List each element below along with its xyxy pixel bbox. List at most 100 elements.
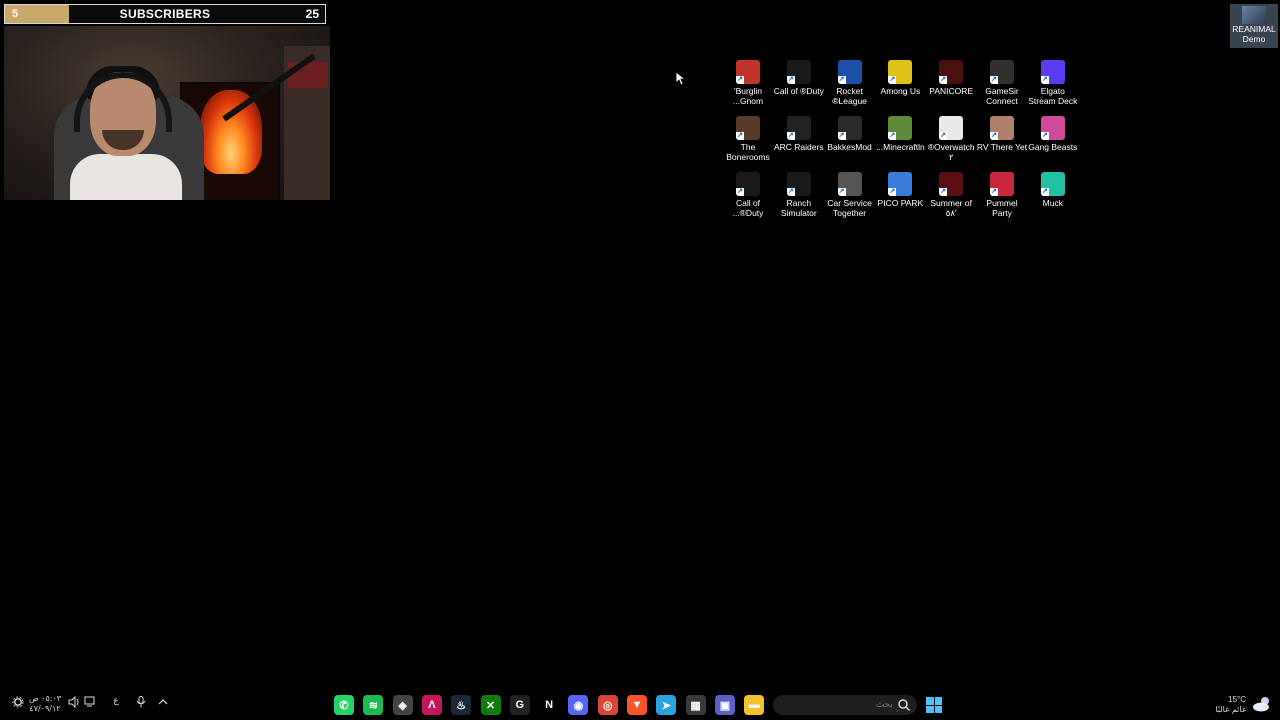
clock-time: ٠٥:٠٣ ص bbox=[28, 694, 62, 703]
affinity-icon[interactable]: Λ bbox=[421, 695, 442, 715]
desktop-icon-label: 'Burglin ...Gnom bbox=[732, 86, 764, 106]
weather-condition: غائم غالبًا bbox=[1215, 705, 1246, 714]
desktop-icon-label: GameSir Connect bbox=[985, 86, 1019, 106]
desktop-icon-label: PANICORE bbox=[929, 86, 974, 96]
settings-icon[interactable] bbox=[12, 696, 26, 714]
arc-raiders-icon: ↗ bbox=[786, 116, 811, 140]
desktop-icon-label: The Bonerooms bbox=[726, 142, 770, 162]
desktop-icon[interactable]: ↗ Call of ®Duty bbox=[773, 60, 825, 96]
chevron-up-icon[interactable] bbox=[158, 696, 170, 714]
shortcut-arrow-icon: ↗ bbox=[1040, 132, 1049, 140]
desktop-icon-label: Demo bbox=[1242, 34, 1266, 44]
file-explorer-icon[interactable]: ▬ bbox=[744, 695, 765, 715]
subscriber-goal-target: 25 bbox=[305, 7, 319, 21]
desktop-icon[interactable]: ↗ Summer of ٥٨' bbox=[925, 172, 977, 218]
netflix-icon[interactable]: N bbox=[539, 695, 560, 715]
desktop-icon[interactable]: ↗ Muck bbox=[1027, 172, 1079, 208]
shortcut-arrow-icon: ↗ bbox=[888, 132, 897, 140]
desktop-icon[interactable]: ↗ PICO PARK bbox=[874, 172, 926, 208]
desktop-icon[interactable]: ↗ Among Us bbox=[874, 60, 926, 96]
desktop-icon[interactable]: ↗ Ranch Simulator bbox=[773, 172, 825, 218]
spotify-icon[interactable]: ≋ bbox=[363, 695, 384, 715]
chrome-icon[interactable]: ◎ bbox=[597, 695, 618, 715]
desktop-icon[interactable]: ↗ Rocket ®League bbox=[824, 60, 876, 106]
search-input[interactable] bbox=[781, 697, 893, 713]
desktop-icon[interactable]: ↗ Call of ...®Duty bbox=[722, 172, 774, 218]
burglin-gnomes-icon: ↗ bbox=[736, 60, 760, 84]
rocket-league-icon: ↗ bbox=[837, 60, 862, 84]
call-of-duty-icon: ↗ bbox=[786, 60, 811, 84]
desktop-icon[interactable]: ↗ GameSir Connect bbox=[976, 60, 1028, 106]
car-service-icon: ↗ bbox=[837, 172, 862, 196]
xbox-icon[interactable]: ✕ bbox=[480, 695, 501, 715]
among-us-icon: ↗ bbox=[888, 60, 913, 84]
shortcut-arrow-icon: ↗ bbox=[888, 188, 897, 196]
desktop-icon[interactable]: ↗ Car Service Together bbox=[824, 172, 876, 218]
shortcut-arrow-icon: ↗ bbox=[939, 188, 948, 196]
shortcut-arrow-icon: ↗ bbox=[837, 76, 846, 84]
clock[interactable]: ٠٥:٠٣ ص ٤٧/٠٩/١٢ bbox=[28, 694, 62, 713]
desktop-icon-label: Muck bbox=[1042, 198, 1063, 208]
ghub-icon[interactable]: G bbox=[509, 695, 530, 715]
desktop-icon[interactable]: ↗ ®Overwatch ٢ bbox=[925, 116, 977, 162]
volume-icon[interactable] bbox=[68, 695, 82, 714]
weather-widget[interactable]: 15°C غائم غالبًا bbox=[1212, 692, 1276, 718]
desktop-icon[interactable]: ↗ ...Minecraftln bbox=[874, 116, 926, 152]
desktop-icon[interactable]: ↗ Pummel Party bbox=[976, 172, 1028, 218]
muck-icon: ↗ bbox=[1040, 172, 1065, 196]
network-icon[interactable] bbox=[84, 696, 98, 714]
shortcut-arrow-icon: ↗ bbox=[939, 76, 948, 84]
desktop-icon-reanimal-demo[interactable]: REANIMAL Demo bbox=[1230, 4, 1278, 48]
brave-icon[interactable]: ▼ bbox=[627, 695, 647, 715]
telegram-icon[interactable]: ➤ bbox=[656, 695, 677, 715]
desktop-icon-label: REANIMAL bbox=[1232, 24, 1276, 34]
teams-icon[interactable]: ▣ bbox=[714, 695, 735, 715]
shortcut-arrow-icon: ↗ bbox=[990, 188, 998, 196]
steam-icon[interactable]: ♨ bbox=[451, 695, 472, 715]
stream-deck-icon: ↗ bbox=[1040, 60, 1065, 84]
desktop-icon-label: Pummel Party bbox=[986, 198, 1018, 218]
desktop-icon-label: Ranch Simulator bbox=[780, 198, 817, 218]
desktop-icon-label: PICO PARK bbox=[877, 198, 924, 208]
windows-logo-icon bbox=[926, 697, 934, 705]
cloud-moon-icon bbox=[1252, 696, 1272, 712]
gang-beasts-icon: ↗ bbox=[1040, 116, 1065, 140]
desktop-icon-label: Gang Beasts bbox=[1028, 142, 1078, 152]
desktop-icon[interactable]: ↗ PANICORE bbox=[925, 60, 977, 96]
rv-there-yet-icon: ↗ bbox=[990, 116, 1014, 140]
subscriber-goal-title: SUBSCRIBERS bbox=[119, 7, 211, 21]
start-button[interactable] bbox=[926, 697, 942, 713]
language-indicator[interactable]: ع bbox=[110, 696, 122, 714]
desktop-icon-label: Rocket ®League bbox=[832, 86, 867, 106]
weather-temperature: 15°C bbox=[1228, 695, 1246, 704]
taskbar: ٠٥:٠٣ ص ٤٧/٠٩/١٢ ع ✆ ≋ ◈ Λ ♨ ✕ GN ◉ ◎ ▼ ➤ ▦ ▣ ▬ 15°C … bbox=[0, 690, 1280, 720]
desktop-icon[interactable]: ↗ Gang Beasts bbox=[1027, 116, 1079, 152]
desktop-icon[interactable]: ↗ RV There Yet bbox=[976, 116, 1028, 152]
desktop-icon-label: RV There Yet bbox=[976, 142, 1028, 152]
shortcut-arrow-icon: ↗ bbox=[990, 132, 998, 140]
desktop-icon-label: Call of ...®Duty bbox=[732, 198, 764, 218]
subscriber-goal-bar: 5 SUBSCRIBERS 25 bbox=[4, 4, 326, 24]
whatsapp-icon[interactable]: ✆ bbox=[334, 695, 354, 715]
webcam-overlay bbox=[4, 26, 330, 200]
unity-icon[interactable]: ◈ bbox=[392, 695, 413, 715]
desktop-icon[interactable]: ↗ ARC Raiders bbox=[773, 116, 825, 152]
desktop-icon[interactable]: ↗ Elgato Stream Deck bbox=[1027, 60, 1079, 106]
shortcut-arrow-icon: ↗ bbox=[990, 76, 998, 84]
fireplace-screen bbox=[200, 90, 262, 174]
taskbar-search[interactable] bbox=[773, 695, 917, 715]
desktop-icon-label: Among Us bbox=[880, 86, 921, 96]
desktop-icon[interactable]: ↗ The Bonerooms bbox=[722, 116, 774, 162]
desktop-icon[interactable]: ↗ BakkesMod bbox=[824, 116, 876, 152]
discord-icon[interactable]: ◉ bbox=[568, 695, 589, 715]
ranch-simulator-icon: ↗ bbox=[786, 172, 811, 196]
store-icon[interactable]: ▦ bbox=[685, 695, 706, 715]
microphone-icon[interactable] bbox=[136, 696, 148, 714]
desktop-icon-label: BakkesMod bbox=[827, 142, 872, 152]
shortcut-arrow-icon: ↗ bbox=[786, 132, 795, 140]
desktop-icon-label: ®Overwatch ٢ bbox=[927, 142, 975, 162]
desktop-icon[interactable]: ↗ 'Burglin ...Gnom bbox=[722, 60, 774, 106]
shortcut-arrow-icon: ↗ bbox=[786, 76, 795, 84]
shortcut-arrow-icon: ↗ bbox=[888, 76, 897, 84]
bonerooms-icon: ↗ bbox=[736, 116, 760, 140]
